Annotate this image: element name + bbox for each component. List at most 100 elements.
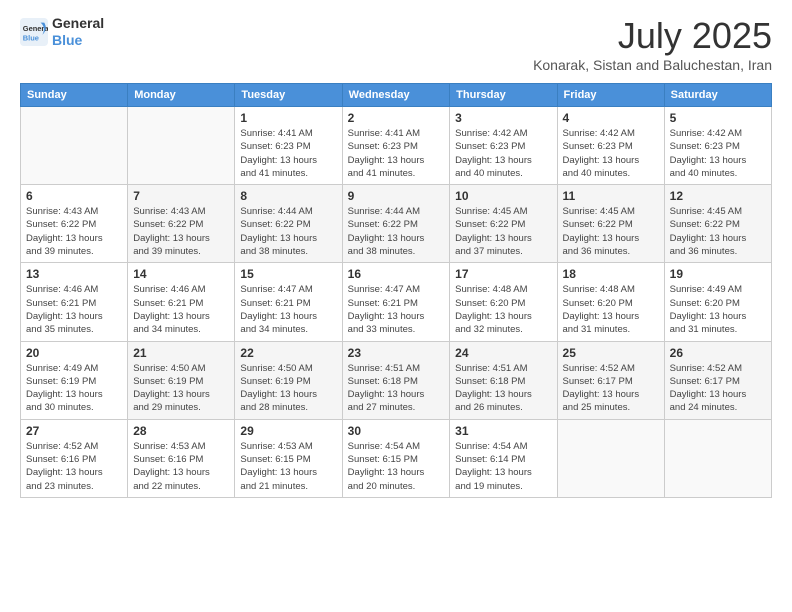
calendar-cell: 16 Sunrise: 4:47 AMSunset: 6:21 PMDayligh… <box>342 263 450 341</box>
header: General Blue General Blue July 2025 Kona… <box>20 15 772 73</box>
day-number: 5 <box>670 111 766 125</box>
day-number: 6 <box>26 189 122 203</box>
logo: General Blue General Blue <box>20 15 104 49</box>
calendar-cell: 6Sunrise: 4:43 AMSunset: 6:22 PMDaylight… <box>21 185 128 263</box>
week-row-4: 20 Sunrise: 4:49 AMSunset: 6:19 PMDayligh… <box>21 341 772 419</box>
day-number: 26 <box>670 346 766 360</box>
day-number: 7 <box>133 189 229 203</box>
day-number: 11 <box>563 189 659 203</box>
calendar-cell: 5Sunrise: 4:42 AMSunset: 6:23 PMDaylight… <box>664 107 771 185</box>
day-number: 19 <box>670 267 766 281</box>
day-number: 1 <box>240 111 336 125</box>
day-info: Sunrise: 4:47 AMSunset: 6:21 PMDaylight:… <box>240 283 336 336</box>
logo-text: General Blue <box>52 15 104 49</box>
day-info: Sunrise: 4:48 AMSunset: 6:20 PMDaylight:… <box>455 283 551 336</box>
calendar-cell: 28 Sunrise: 4:53 AMSunset: 6:16 PMDayligh… <box>128 419 235 497</box>
day-number: 24 <box>455 346 551 360</box>
calendar-cell: 26 Sunrise: 4:52 AMSunset: 6:17 PMDayligh… <box>664 341 771 419</box>
header-tuesday: Tuesday <box>235 84 342 107</box>
day-info: Sunrise: 4:46 AMSunset: 6:21 PMDaylight:… <box>133 283 229 336</box>
day-info: Sunrise: 4:44 AMSunset: 6:22 PMDaylight:… <box>348 205 445 258</box>
header-friday: Friday <box>557 84 664 107</box>
day-number: 8 <box>240 189 336 203</box>
week-row-2: 6 Sunrise: 4:43 AMSunset: 6:22 PMDaylight… <box>21 185 772 263</box>
day-info: Sunrise: 4:54 AMSunset: 6:14 PMDaylight:… <box>455 440 551 493</box>
calendar-cell: 9Sunrise: 4:44 AMSunset: 6:22 PMDaylight… <box>342 185 450 263</box>
header-saturday: Saturday <box>664 84 771 107</box>
day-number: 20 <box>26 346 122 360</box>
calendar-cell: 30 Sunrise: 4:54 AMSunset: 6:15 PMDayligh… <box>342 419 450 497</box>
day-number: 18 <box>563 267 659 281</box>
header-monday: Monday <box>128 84 235 107</box>
day-number: 14 <box>133 267 229 281</box>
day-number: 22 <box>240 346 336 360</box>
day-number: 30 <box>348 424 445 438</box>
calendar-cell: 13Sunrise: 4:46 AMSunset: 6:21 PMDayligh… <box>21 263 128 341</box>
day-number: 31 <box>455 424 551 438</box>
calendar-cell: 19Sunrise: 4:49 AMSunset: 6:20 PMDayligh… <box>664 263 771 341</box>
day-number: 2 <box>348 111 445 125</box>
calendar-cell <box>664 419 771 497</box>
day-info: Sunrise: 4:52 AMSunset: 6:17 PMDaylight:… <box>670 362 766 415</box>
calendar-cell: 24 Sunrise: 4:51 AMSunset: 6:18 PMDayligh… <box>450 341 557 419</box>
calendar-cell: 14 Sunrise: 4:46 AMSunset: 6:21 PMDayligh… <box>128 263 235 341</box>
calendar-cell <box>128 107 235 185</box>
day-info: Sunrise: 4:44 AMSunset: 6:22 PMDaylight:… <box>240 205 336 258</box>
calendar-cell: 12 Sunrise: 4:45 AMSunset: 6:22 PMDayligh… <box>664 185 771 263</box>
calendar-cell: 22Sunrise: 4:50 AMSunset: 6:19 PMDayligh… <box>235 341 342 419</box>
calendar-cell: 25 Sunrise: 4:52 AMSunset: 6:17 PMDayligh… <box>557 341 664 419</box>
day-number: 27 <box>26 424 122 438</box>
week-row-5: 27 Sunrise: 4:52 AMSunset: 6:16 PMDayligh… <box>21 419 772 497</box>
week-row-1: 1Sunrise: 4:41 AMSunset: 6:23 PMDaylight… <box>21 107 772 185</box>
day-info: Sunrise: 4:45 AMSunset: 6:22 PMDaylight:… <box>563 205 659 258</box>
day-info: Sunrise: 4:53 AMSunset: 6:15 PMDaylight:… <box>240 440 336 493</box>
day-number: 25 <box>563 346 659 360</box>
calendar-cell: 21 Sunrise: 4:50 AMSunset: 6:19 PMDayligh… <box>128 341 235 419</box>
header-thursday: Thursday <box>450 84 557 107</box>
day-info: Sunrise: 4:43 AMSunset: 6:22 PMDaylight:… <box>133 205 229 258</box>
calendar-table: SundayMondayTuesdayWednesdayThursdayFrid… <box>20 83 772 498</box>
calendar-cell: 17Sunrise: 4:48 AMSunset: 6:20 PMDayligh… <box>450 263 557 341</box>
day-number: 29 <box>240 424 336 438</box>
day-number: 21 <box>133 346 229 360</box>
calendar-cell: 7 Sunrise: 4:43 AMSunset: 6:22 PMDaylight… <box>128 185 235 263</box>
day-info: Sunrise: 4:42 AMSunset: 6:23 PMDaylight:… <box>455 127 551 180</box>
title-block: July 2025 Konarak, Sistan and Baluchesta… <box>533 15 772 73</box>
svg-text:Blue: Blue <box>23 33 39 42</box>
calendar-cell: 18 Sunrise: 4:48 AMSunset: 6:20 PMDayligh… <box>557 263 664 341</box>
day-info: Sunrise: 4:54 AMSunset: 6:15 PMDaylight:… <box>348 440 445 493</box>
day-number: 16 <box>348 267 445 281</box>
calendar-cell: 1Sunrise: 4:41 AMSunset: 6:23 PMDaylight… <box>235 107 342 185</box>
day-number: 4 <box>563 111 659 125</box>
day-number: 15 <box>240 267 336 281</box>
calendar-cell: 15 Sunrise: 4:47 AMSunset: 6:21 PMDayligh… <box>235 263 342 341</box>
day-number: 23 <box>348 346 445 360</box>
day-info: Sunrise: 4:48 AMSunset: 6:20 PMDaylight:… <box>563 283 659 336</box>
calendar-cell: 11 Sunrise: 4:45 AMSunset: 6:22 PMDayligh… <box>557 185 664 263</box>
calendar-cell: 10 Sunrise: 4:45 AMSunset: 6:22 PMDayligh… <box>450 185 557 263</box>
day-info: Sunrise: 4:53 AMSunset: 6:16 PMDaylight:… <box>133 440 229 493</box>
day-info: Sunrise: 4:49 AMSunset: 6:19 PMDaylight:… <box>26 362 122 415</box>
calendar-cell: 27 Sunrise: 4:52 AMSunset: 6:16 PMDayligh… <box>21 419 128 497</box>
calendar-cell <box>557 419 664 497</box>
calendar-cell: 4 Sunrise: 4:42 AMSunset: 6:23 PMDaylight… <box>557 107 664 185</box>
logo-icon: General Blue <box>20 18 48 46</box>
day-info: Sunrise: 4:50 AMSunset: 6:19 PMDaylight:… <box>133 362 229 415</box>
calendar-cell: 2Sunrise: 4:41 AMSunset: 6:23 PMDaylight… <box>342 107 450 185</box>
day-info: Sunrise: 4:42 AMSunset: 6:23 PMDaylight:… <box>563 127 659 180</box>
header-sunday: Sunday <box>21 84 128 107</box>
day-info: Sunrise: 4:45 AMSunset: 6:22 PMDaylight:… <box>455 205 551 258</box>
day-info: Sunrise: 4:46 AMSunset: 6:21 PMDaylight:… <box>26 283 122 336</box>
day-info: Sunrise: 4:52 AMSunset: 6:17 PMDaylight:… <box>563 362 659 415</box>
day-number: 12 <box>670 189 766 203</box>
day-number: 10 <box>455 189 551 203</box>
calendar-cell: 29 Sunrise: 4:53 AMSunset: 6:15 PMDayligh… <box>235 419 342 497</box>
month-year-title: July 2025 <box>533 15 772 57</box>
day-info: Sunrise: 4:52 AMSunset: 6:16 PMDaylight:… <box>26 440 122 493</box>
day-number: 28 <box>133 424 229 438</box>
week-row-3: 13Sunrise: 4:46 AMSunset: 6:21 PMDayligh… <box>21 263 772 341</box>
location-subtitle: Konarak, Sistan and Baluchestan, Iran <box>533 57 772 73</box>
day-info: Sunrise: 4:51 AMSunset: 6:18 PMDaylight:… <box>455 362 551 415</box>
day-info: Sunrise: 4:45 AMSunset: 6:22 PMDaylight:… <box>670 205 766 258</box>
day-info: Sunrise: 4:47 AMSunset: 6:21 PMDaylight:… <box>348 283 445 336</box>
